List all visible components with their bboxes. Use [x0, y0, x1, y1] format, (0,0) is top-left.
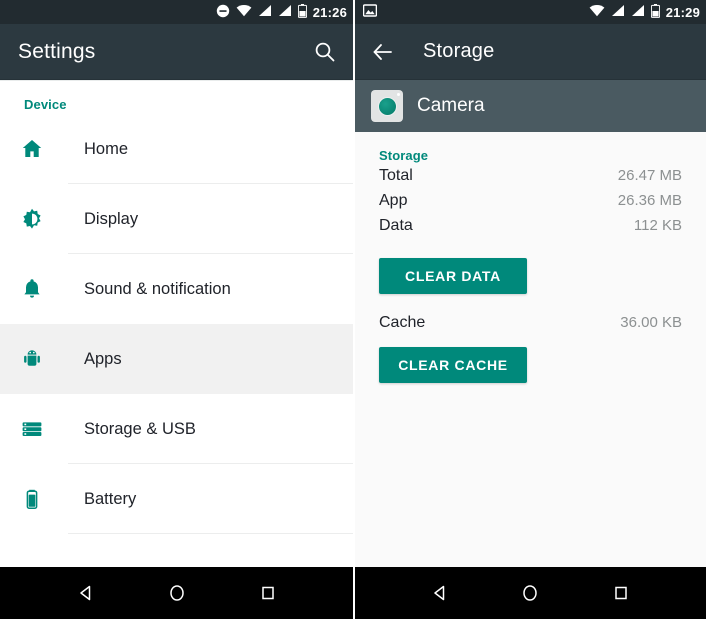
storage-icon: [16, 417, 68, 441]
search-icon[interactable]: [311, 38, 339, 66]
sidebar-item-label: Battery: [84, 489, 137, 508]
back-triangle-icon[interactable]: [66, 573, 106, 613]
home-circle-icon[interactable]: [157, 573, 197, 613]
bell-icon: [16, 277, 68, 301]
sidebar-item-label: Apps: [84, 349, 122, 368]
clear-data-button[interactable]: CLEAR DATA: [379, 258, 527, 294]
screenshot-image-icon: [362, 4, 378, 20]
sidebar-item-display[interactable]: Display: [0, 184, 353, 254]
detail-key: Total: [379, 167, 413, 184]
home-icon: [16, 137, 68, 161]
left-nav-bar: [0, 567, 353, 619]
sidebar-item-sound-notification[interactable]: Sound & notification: [0, 254, 353, 324]
clear-cache-button[interactable]: CLEAR CACHE: [379, 347, 527, 383]
detail-row-data: Data 112 KB: [371, 215, 690, 240]
app-name: Camera: [417, 95, 485, 116]
sidebar-item-apps[interactable]: Apps: [0, 324, 353, 394]
right-toolbar: Storage: [355, 24, 706, 80]
detail-row-total: Total 26.47 MB: [371, 165, 690, 190]
clear-cache-button-wrap: CLEAR CACHE: [355, 347, 706, 383]
wifi-icon: [236, 4, 252, 20]
app-header: Camera: [355, 80, 706, 132]
signal-2-icon: [631, 4, 645, 20]
battery-icon: [650, 3, 660, 21]
do-not-disturb-icon: [216, 4, 230, 21]
sidebar-item-storage-usb[interactable]: Storage & USB: [0, 394, 353, 464]
sidebar-item-label: Storage & USB: [84, 419, 196, 438]
arrow-back-icon[interactable]: [369, 38, 397, 66]
signal-2-icon: [278, 4, 292, 20]
cache-detail-list: Cache 36.00 KB: [355, 312, 706, 337]
right-status-time: 21:29: [665, 4, 700, 20]
back-triangle-icon[interactable]: [420, 573, 460, 613]
page-title: Storage: [423, 40, 495, 62]
detail-value: 36.00 KB: [620, 314, 682, 331]
app-storage-detail: Camera Storage Total 26.47 MB App 26.36 …: [355, 80, 706, 567]
right-phone-screen: 21:29 Storage Camera Storage Total 26.47…: [353, 0, 706, 619]
right-status-bar: 21:29: [355, 0, 706, 24]
right-nav-bar: [355, 567, 706, 619]
android-icon: [16, 347, 68, 371]
sidebar-item-label: Display: [84, 209, 139, 228]
left-phone-screen: 21:26 Settings Device Home Display Sound…: [0, 0, 353, 619]
row-divider: [68, 533, 353, 534]
detail-row-app: App 26.36 MB: [371, 190, 690, 215]
recents-square-icon[interactable]: [248, 573, 288, 613]
signal-1-icon: [258, 4, 272, 20]
camera-app-icon: [371, 90, 403, 122]
detail-key: App: [379, 192, 408, 209]
battery-icon: [297, 3, 307, 21]
storage-detail-list: Total 26.47 MB App 26.36 MB Data 112 KB: [355, 165, 706, 240]
detail-key: Data: [379, 217, 413, 234]
wifi-icon: [589, 4, 605, 20]
brightness-icon: [16, 207, 68, 231]
battery-icon: [16, 487, 68, 511]
signal-1-icon: [611, 4, 625, 20]
home-circle-icon[interactable]: [510, 573, 550, 613]
sidebar-item-home[interactable]: Home: [0, 114, 353, 184]
clear-data-button-wrap: CLEAR DATA: [355, 258, 706, 294]
settings-list: Device Home Display Sound & notification…: [0, 80, 353, 567]
dual-screenshot-container: 21:26 Settings Device Home Display Sound…: [0, 0, 706, 619]
detail-value: 26.47 MB: [617, 167, 682, 184]
recents-square-icon[interactable]: [601, 573, 641, 613]
camera-flash-dot: [397, 93, 400, 96]
left-status-time: 21:26: [312, 4, 347, 20]
page-title: Settings: [18, 39, 96, 63]
section-header-device: Device: [24, 97, 67, 112]
sidebar-item-label: Sound & notification: [84, 279, 231, 298]
detail-key: Cache: [379, 314, 426, 331]
sidebar-item-battery[interactable]: Battery: [0, 464, 353, 534]
detail-value: 112 KB: [633, 217, 682, 234]
section-header-storage: Storage: [379, 148, 429, 163]
sidebar-item-label: Home: [84, 139, 129, 158]
left-status-bar: 21:26: [0, 0, 353, 24]
camera-lens: [377, 96, 397, 116]
detail-value: 26.36 MB: [617, 192, 682, 209]
left-toolbar: Settings: [0, 24, 353, 80]
detail-row-cache: Cache 36.00 KB: [371, 312, 690, 337]
